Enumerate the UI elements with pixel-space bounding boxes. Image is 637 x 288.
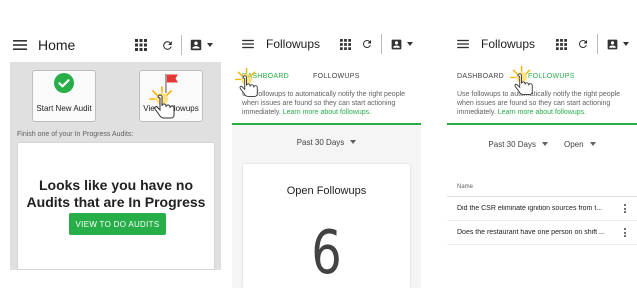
status-filter[interactable]: Open [564,140,596,149]
filter-row: Past 30 Days Open [447,125,637,163]
followups-dashboard-screen: Followups DASHBOARD FOLLOWUPS Use follow… [232,0,421,288]
chevron-down-icon [207,43,213,47]
learn-more-link[interactable]: Learn more about followups. [283,109,371,116]
period-filter-value: Past 30 Days [296,137,345,147]
status-filter-value: Open [564,139,584,149]
chevron-down-icon [407,42,413,46]
chevron-down-icon [589,142,596,146]
period-filter[interactable]: Past 30 Days [297,138,357,147]
empty-state-message: Looks like you have no Audits that are I… [26,177,206,210]
list-item[interactable]: Does the restaurant have one person on s… [447,221,637,245]
account-menu[interactable] [388,36,413,52]
page-title: Home [38,37,76,53]
filter-row: Past 30 Days [232,125,421,159]
pointer-hand-icon [149,86,175,119]
chevron-down-icon [623,42,629,46]
followup-name: Does the restaurant have one person on s… [457,229,605,236]
name-column-header[interactable]: Name [447,177,637,197]
tab-followups[interactable]: FOLLOWUPS [313,73,372,86]
account-menu[interactable] [604,36,629,52]
kebab-icon[interactable] [621,228,629,237]
divider [597,34,598,54]
tab-dashboard[interactable]: DASHBOARD [457,73,516,86]
refresh-icon[interactable] [575,36,591,52]
divider [381,34,382,54]
in-progress-hint: Finish one of your In Progress Audits: [17,131,134,138]
kebab-icon[interactable] [621,204,629,213]
learn-more-link[interactable]: Learn more about followups. [498,109,586,116]
list-app-bar: Followups [447,28,637,60]
home-screen: Home Start New Audit View Followups Fini… [10,0,221,270]
chevron-down-icon [350,140,357,144]
pointer-hand-icon [510,65,533,95]
start-new-audit-button[interactable]: Start New Audit [32,70,96,122]
hamburger-icon[interactable] [455,36,471,52]
period-filter[interactable]: Past 30 Days [488,140,548,149]
grid-icon[interactable] [553,36,569,52]
hamburger-icon[interactable] [12,37,28,53]
pointer-hand-icon [235,67,258,97]
status-bar [232,0,421,28]
account-menu[interactable] [188,37,213,53]
open-followups-count: 6 [311,218,342,288]
open-followups-card[interactable]: Open Followups 6 [243,164,410,288]
start-new-audit-label: Start New Audit [36,104,92,113]
empty-state-card: Looks like you have no Audits that are I… [17,142,215,270]
status-bar [447,0,637,28]
chevron-down-icon [542,142,548,146]
account-icon [188,37,204,53]
home-app-bar: Home [10,28,221,62]
home-body: Start New Audit View Followups Finish on… [10,62,221,270]
account-icon [388,36,404,52]
refresh-icon[interactable] [359,36,375,52]
grid-icon[interactable] [337,36,353,52]
refresh-icon[interactable] [159,37,175,53]
divider [181,35,182,55]
grid-icon[interactable] [133,37,149,53]
list-item[interactable]: Did the CSR eliminate ignition sources f… [447,197,637,221]
page-title: Followups [266,37,321,51]
hamburger-icon[interactable] [240,36,256,52]
followups-list-screen: Followups DASHBOARD FOLLOWUPS Use follow… [447,0,637,288]
card-title: Open Followups [286,185,367,197]
dashboard-app-bar: Followups [232,28,421,60]
page-title: Followups [481,37,536,51]
period-filter-value: Past 30 Days [488,139,536,149]
followup-name: Did the CSR eliminate ignition sources f… [457,205,603,212]
view-to-do-audits-button[interactable]: VIEW TO DO AUDITS [69,213,166,235]
check-circle-icon [54,73,74,98]
account-icon [604,36,620,52]
